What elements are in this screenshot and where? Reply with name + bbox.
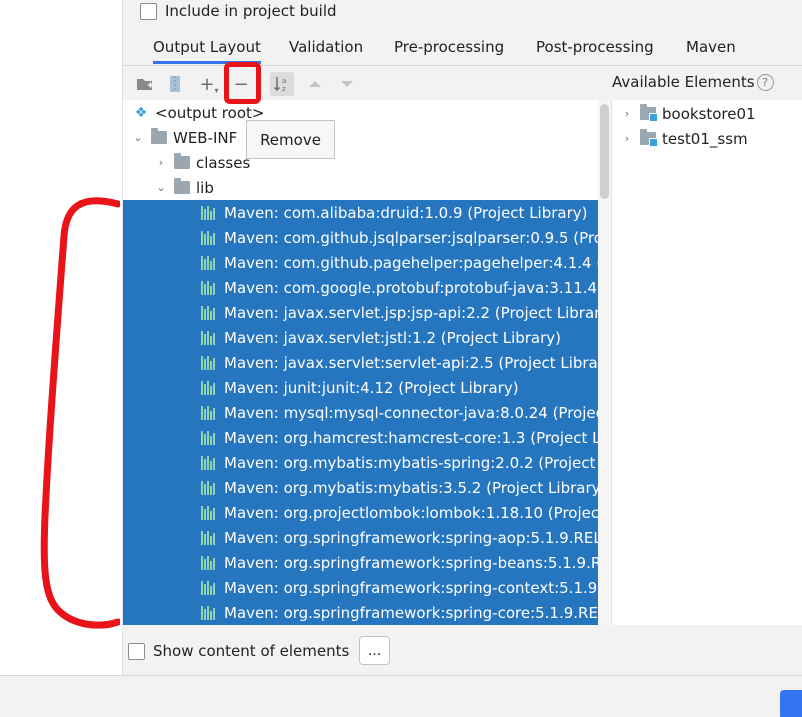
tab-maven[interactable]: Maven xyxy=(686,38,736,64)
sort-icon[interactable]: az xyxy=(270,72,294,96)
library-icon xyxy=(201,280,218,295)
library-icon xyxy=(201,205,218,220)
include-build-checkbox[interactable] xyxy=(140,2,157,20)
available-item-label: bookstore01 xyxy=(662,104,756,123)
library-icon xyxy=(201,580,218,595)
available-elements-panel: › bookstore01 › test01_ssm xyxy=(611,100,802,625)
classes-label: classes xyxy=(196,153,251,172)
tab-validation[interactable]: Validation xyxy=(289,38,363,64)
remove-tooltip: Remove xyxy=(246,120,335,159)
list-item[interactable]: Maven: org.springframework:spring-contex… xyxy=(123,575,611,600)
list-item[interactable]: Maven: org.mybatis:mybatis:3.5.2 (Projec… xyxy=(123,475,611,500)
available-item-bookstore01[interactable]: › bookstore01 xyxy=(620,101,756,126)
show-content-label: Show content of elements xyxy=(153,642,350,660)
tab-output-layout[interactable]: Output Layout xyxy=(153,38,261,64)
chevron-right-icon[interactable]: › xyxy=(620,107,634,120)
available-item-label: test01_ssm xyxy=(662,129,748,148)
chevron-down-icon[interactable]: ⌄ xyxy=(131,131,145,144)
list-item[interactable]: Maven: org.hamcrest:hamcrest-core:1.3 (P… xyxy=(123,425,611,450)
library-icon xyxy=(201,405,218,420)
list-item[interactable]: Maven: javax.servlet:servlet-api:2.5 (Pr… xyxy=(123,350,611,375)
list-item[interactable]: Maven: javax.servlet:jstl:1.2 (Project L… xyxy=(123,325,611,350)
chevron-down-icon[interactable]: ⌄ xyxy=(154,181,168,194)
list-item[interactable]: Maven: com.github.jsqlparser:jsqlparser:… xyxy=(123,225,611,250)
move-down-icon[interactable] xyxy=(335,72,359,96)
web-inf-label: WEB-INF xyxy=(173,128,238,147)
add-icon[interactable]: + ▾ xyxy=(197,72,221,96)
library-icon xyxy=(201,555,218,570)
show-content-row[interactable]: Show content of elements xyxy=(128,640,349,662)
show-content-checkbox[interactable] xyxy=(128,642,145,660)
library-icon xyxy=(201,505,218,520)
list-item[interactable]: Maven: mysql:mysql-connector-java:8.0.24… xyxy=(123,400,611,425)
library-icon xyxy=(201,305,218,320)
library-icon xyxy=(201,330,218,345)
tree-row-web-inf[interactable]: ⌄ WEB-INF xyxy=(131,125,237,150)
folder-icon xyxy=(174,178,190,194)
library-icon xyxy=(201,605,218,620)
tab-post-processing[interactable]: Post-processing xyxy=(536,38,654,64)
tree-row-lib[interactable]: ⌄ lib xyxy=(154,175,214,200)
available-elements-title: Available Elements ? xyxy=(612,73,774,91)
help-icon[interactable]: ? xyxy=(756,73,774,91)
library-icon xyxy=(201,430,218,445)
chevron-right-icon[interactable]: › xyxy=(154,156,168,169)
tree-scrollbar-thumb[interactable] xyxy=(600,104,609,199)
new-folder-icon[interactable] xyxy=(133,72,157,96)
available-elements-label: Available Elements xyxy=(612,73,755,91)
library-list-selected[interactable]: Maven: com.alibaba:druid:1.0.9 (Project … xyxy=(123,200,611,625)
tree-row-classes[interactable]: › classes xyxy=(154,150,250,175)
lib-label: lib xyxy=(196,178,214,197)
move-up-icon[interactable] xyxy=(303,72,327,96)
include-build-label: Include in project build xyxy=(165,2,337,20)
list-item[interactable]: Maven: org.mybatis:mybatis-spring:2.0.2 … xyxy=(123,450,611,475)
folder-icon xyxy=(174,153,190,169)
annotation-box xyxy=(224,62,261,104)
library-icon xyxy=(201,480,218,495)
list-item[interactable]: Maven: org.springframework:spring-core:5… xyxy=(123,600,611,625)
tab-pre-processing[interactable]: Pre-processing xyxy=(394,38,504,64)
archive-icon[interactable] xyxy=(163,72,187,96)
list-item[interactable]: Maven: com.google.protobuf:protobuf-java… xyxy=(123,275,611,300)
svg-text:a: a xyxy=(282,77,286,85)
library-icon xyxy=(201,530,218,545)
ok-button[interactable] xyxy=(780,690,802,717)
list-item[interactable]: Maven: com.github.pagehelper:pagehelper:… xyxy=(123,250,611,275)
library-icon xyxy=(201,455,218,470)
annotation-bracket xyxy=(40,197,120,629)
available-item-test01-ssm[interactable]: › test01_ssm xyxy=(620,126,748,151)
layout-toolbar: + ▾ − az xyxy=(123,66,611,100)
output-root-icon: ❖ xyxy=(134,104,148,121)
list-item[interactable]: Maven: com.alibaba:druid:1.0.9 (Project … xyxy=(123,200,611,225)
list-item[interactable]: Maven: javax.servlet.jsp:jsp-api:2.2 (Pr… xyxy=(123,300,611,325)
library-icon xyxy=(201,230,218,245)
chevron-right-icon[interactable]: › xyxy=(620,132,634,145)
dialog-button-bar xyxy=(0,675,802,717)
list-item[interactable]: Maven: junit:junit:4.12 (Project Library… xyxy=(123,375,611,400)
module-icon xyxy=(640,104,658,122)
library-icon xyxy=(201,355,218,370)
svg-text:z: z xyxy=(282,85,286,93)
include-build-row[interactable]: Include in project build xyxy=(140,0,337,22)
output-root-label: <output root> xyxy=(155,103,265,122)
library-icon xyxy=(201,380,218,395)
tab-bar: Output Layout Validation Pre-processing … xyxy=(123,36,802,66)
folder-icon xyxy=(151,128,167,144)
more-options-button[interactable]: ... xyxy=(359,636,390,665)
list-item[interactable]: Maven: org.springframework:spring-aop:5.… xyxy=(123,525,611,550)
library-icon xyxy=(201,255,218,270)
list-item[interactable]: Maven: org.projectlombok:lombok:1.18.10 … xyxy=(123,500,611,525)
module-icon xyxy=(640,129,658,147)
list-item[interactable]: Maven: org.springframework:spring-beans:… xyxy=(123,550,611,575)
